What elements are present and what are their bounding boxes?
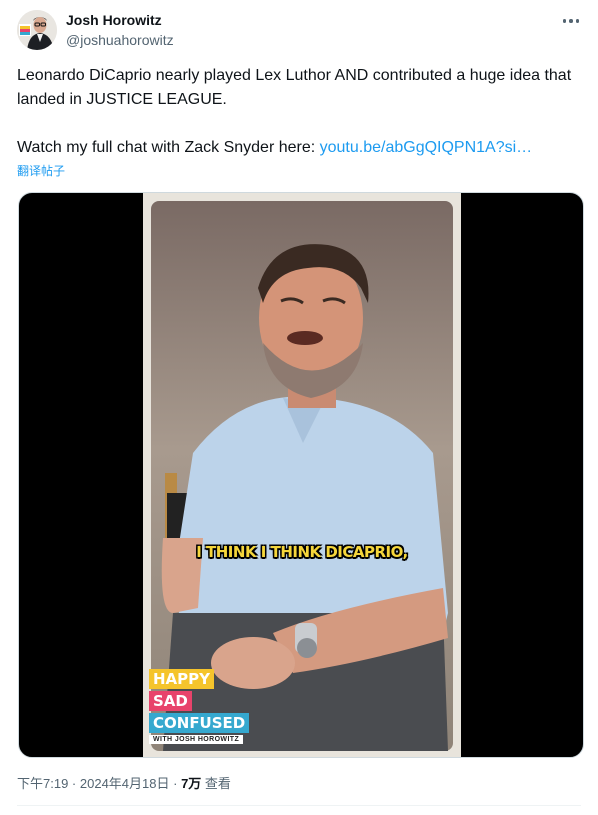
tweet-text-line2: Watch my full chat with Zack Snyder here… bbox=[17, 136, 532, 160]
ellipsis-icon bbox=[562, 19, 580, 23]
tweet-link[interactable]: youtu.be/abGgQIQPN1A?si… bbox=[320, 139, 533, 156]
logo-with-host: WITH JOSH HOROWITZ bbox=[149, 735, 244, 744]
views-label: 查看 bbox=[201, 776, 231, 791]
logo-sad: SAD bbox=[149, 691, 192, 711]
tweet-date[interactable]: 2024年4月18日 bbox=[80, 776, 170, 791]
author-info: Josh Horowitz @joshuahorowitz bbox=[66, 11, 174, 49]
logo-confused: CONFUSED bbox=[149, 713, 250, 733]
tweet-header: Josh Horowitz @joshuahorowitz bbox=[17, 10, 583, 54]
meta-separator: · bbox=[68, 776, 80, 791]
author-name[interactable]: Josh Horowitz bbox=[66, 11, 174, 29]
meta-separator: · bbox=[169, 776, 182, 791]
tweet-text-line1: Leonardo DiCaprio nearly played Lex Luth… bbox=[17, 67, 572, 108]
divider bbox=[17, 805, 581, 806]
avatar-photo-icon bbox=[17, 10, 57, 50]
show-logo: HAPPY SAD CONFUSED WITH JOSH HOROWITZ bbox=[149, 669, 250, 744]
more-options-button[interactable] bbox=[559, 12, 583, 30]
tweet-text-prefix: Watch my full chat with Zack Snyder here… bbox=[17, 139, 320, 156]
video-frame: I THINK I THINK DICAPRIO, HAPPY SAD CONF… bbox=[143, 193, 461, 757]
video-caption: I THINK I THINK DICAPRIO, bbox=[196, 543, 408, 561]
tweet-time[interactable]: 下午7:19 bbox=[17, 776, 68, 791]
author-avatar[interactable] bbox=[17, 10, 57, 50]
translate-post-link[interactable]: 翻译帖子 bbox=[17, 163, 65, 179]
logo-happy: HAPPY bbox=[149, 669, 215, 689]
views-count: 7万 bbox=[181, 776, 202, 791]
tweet-meta: 下午7:19 · 2024年4月18日 · 7万 查看 bbox=[17, 775, 231, 793]
author-handle[interactable]: @joshuahorowitz bbox=[66, 31, 174, 49]
video-player[interactable]: I THINK I THINK DICAPRIO, HAPPY SAD CONF… bbox=[18, 192, 584, 758]
